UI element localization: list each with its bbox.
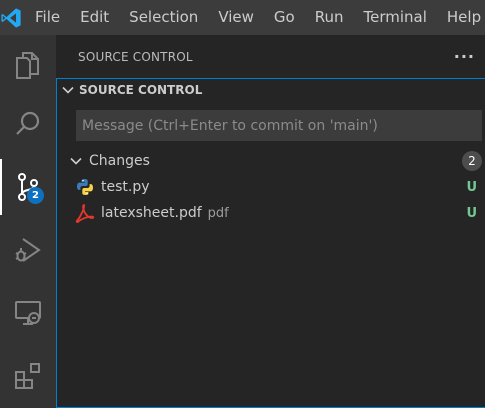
section-title: SOURCE CONTROL	[79, 83, 203, 97]
vscode-logo-icon	[0, 0, 22, 35]
file-status-untracked: U	[466, 205, 477, 221]
changes-count-badge: 2	[462, 151, 482, 171]
extensions-icon	[15, 363, 40, 389]
commit-message-input[interactable]	[82, 117, 482, 134]
run-debug-button[interactable]	[0, 222, 56, 278]
changes-chevron-down-icon	[69, 154, 85, 168]
changes-group[interactable]: Changes 2	[57, 148, 485, 174]
remote-explorer-icon	[15, 301, 41, 325]
file-status-untracked: U	[466, 179, 477, 195]
file-name: test.py	[101, 179, 150, 195]
file-description: pdf	[207, 205, 229, 221]
side-bar-title: SOURCE CONTROL	[78, 49, 193, 64]
python-icon	[74, 176, 96, 198]
pdf-icon	[74, 202, 96, 224]
menu-selection[interactable]: Selection	[119, 0, 208, 35]
source-control-section: SOURCE CONTROL Changes 2	[56, 78, 485, 408]
search-button[interactable]	[0, 96, 56, 152]
menu-bar: File Edit Selection View Go Run Terminal…	[22, 0, 485, 35]
search-icon	[16, 111, 40, 135]
activity-bar: 2	[0, 35, 56, 408]
section-header[interactable]: SOURCE CONTROL	[57, 79, 485, 101]
menu-file[interactable]: File	[22, 0, 70, 35]
menu-edit[interactable]: Edit	[70, 0, 119, 35]
extensions-button[interactable]	[0, 348, 56, 404]
explorer-button[interactable]	[0, 37, 56, 93]
changes-label: Changes	[89, 153, 150, 169]
menu-view[interactable]: View	[208, 0, 264, 35]
source-control-badge: 2	[27, 187, 44, 204]
title-bar: File Edit Selection View Go Run Terminal…	[0, 0, 485, 35]
menu-run[interactable]: Run	[305, 0, 354, 35]
more-actions-button[interactable]: ···	[454, 47, 475, 66]
menu-help[interactable]: Help	[437, 0, 485, 35]
menu-go[interactable]: Go	[264, 0, 305, 35]
files-icon	[16, 52, 39, 79]
side-bar: SOURCE CONTROL ··· SOURCE CONTROL Change…	[56, 35, 485, 408]
source-control-button[interactable]: 2	[0, 159, 56, 215]
remote-explorer-button[interactable]	[0, 285, 56, 341]
side-bar-header: SOURCE CONTROL ···	[56, 35, 485, 78]
run-debug-icon	[15, 238, 41, 262]
file-item-test-py[interactable]: test.py U	[57, 174, 485, 200]
file-item-latexsheet-pdf[interactable]: latexsheet.pdf pdf U	[57, 200, 485, 226]
chevron-down-icon	[62, 86, 74, 94]
file-name: latexsheet.pdf	[101, 205, 202, 221]
menu-terminal[interactable]: Terminal	[354, 0, 437, 35]
commit-message-box[interactable]	[76, 110, 482, 141]
